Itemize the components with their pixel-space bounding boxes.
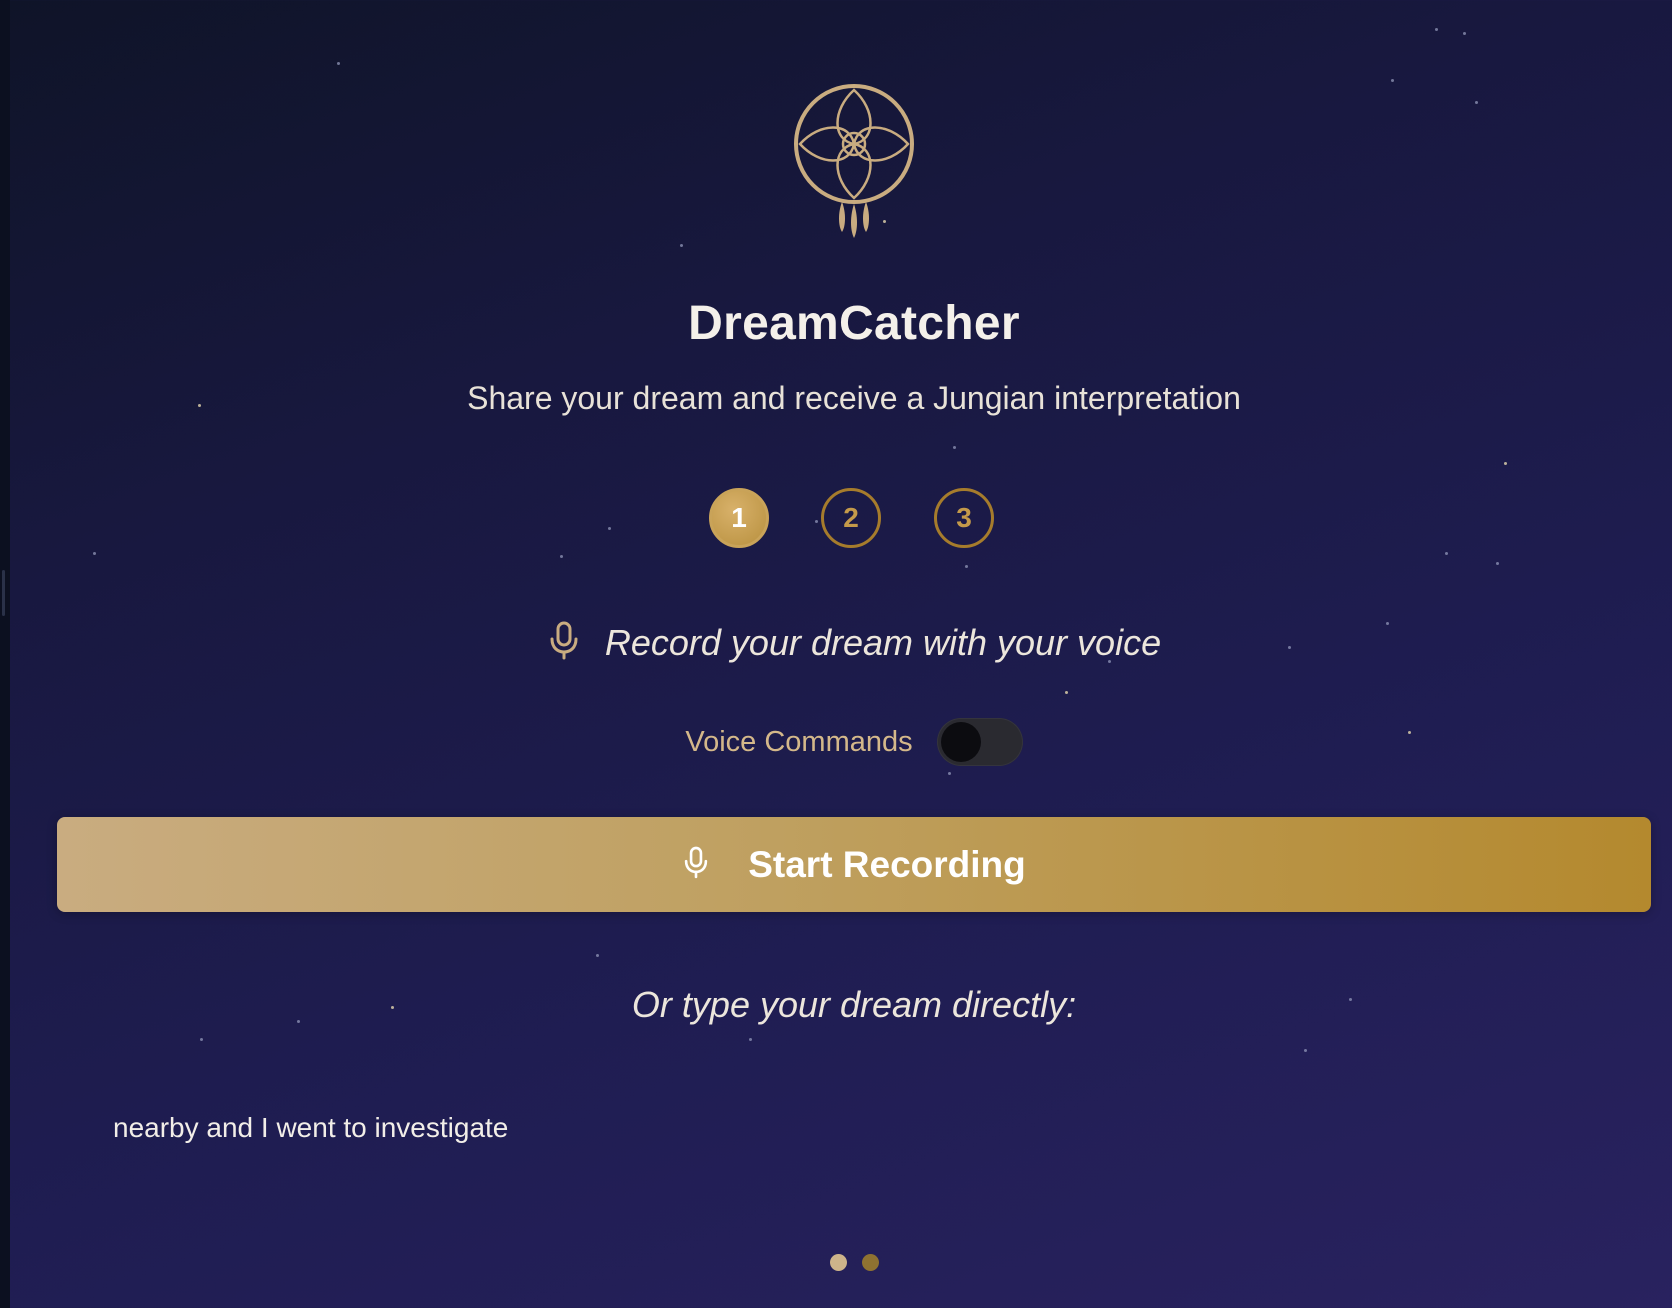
star: [608, 527, 611, 530]
step-3[interactable]: 3: [934, 488, 994, 548]
toggle-knob: [940, 722, 981, 762]
star: [1391, 79, 1394, 82]
microphone-icon: [682, 845, 710, 884]
star: [953, 446, 956, 449]
star: [1496, 562, 1499, 565]
voice-commands-label: Voice Commands: [685, 725, 913, 758]
star: [1463, 32, 1466, 35]
star: [596, 954, 599, 957]
dreamcatcher-icon: [790, 80, 918, 238]
step-1[interactable]: 1: [709, 488, 769, 548]
record-prompt-text: Record your dream with your voice: [604, 621, 1162, 663]
type-dream-prompt: Or type your dream directly:: [631, 984, 1077, 1025]
star: [560, 555, 563, 558]
star: [1475, 101, 1478, 104]
star: [948, 772, 951, 775]
app-title: DreamCatcher: [688, 297, 1020, 350]
step-indicator: 1 2 3: [709, 488, 999, 552]
microphone-icon: [547, 620, 581, 665]
star: [749, 1038, 752, 1041]
voice-commands-toggle[interactable]: [936, 718, 1023, 766]
star: [965, 565, 968, 568]
star: [1304, 1049, 1307, 1052]
star: [1435, 28, 1438, 31]
star: [337, 62, 340, 65]
start-recording-label: Start Recording: [748, 843, 1026, 885]
star: [1504, 462, 1507, 465]
resize-handle[interactable]: [2, 570, 5, 616]
star: [93, 552, 96, 555]
page-dot-2[interactable]: [862, 1254, 879, 1271]
dream-text-input[interactable]: nearby and I went to investigate: [96, 1080, 1656, 1200]
start-recording-button[interactable]: Start Recording: [57, 817, 1651, 912]
app-subtitle: Share your dream and receive a Jungian i…: [467, 380, 1241, 416]
page-dot-1[interactable]: [830, 1254, 847, 1271]
step-2[interactable]: 2: [821, 488, 881, 548]
star: [1065, 691, 1068, 694]
star: [680, 244, 683, 247]
star: [200, 1038, 203, 1041]
record-prompt: Record your dream with your voice: [0, 620, 1672, 665]
voice-commands-row: Voice Commands: [0, 718, 1672, 766]
star: [1445, 552, 1448, 555]
page-indicator: [830, 1254, 890, 1272]
